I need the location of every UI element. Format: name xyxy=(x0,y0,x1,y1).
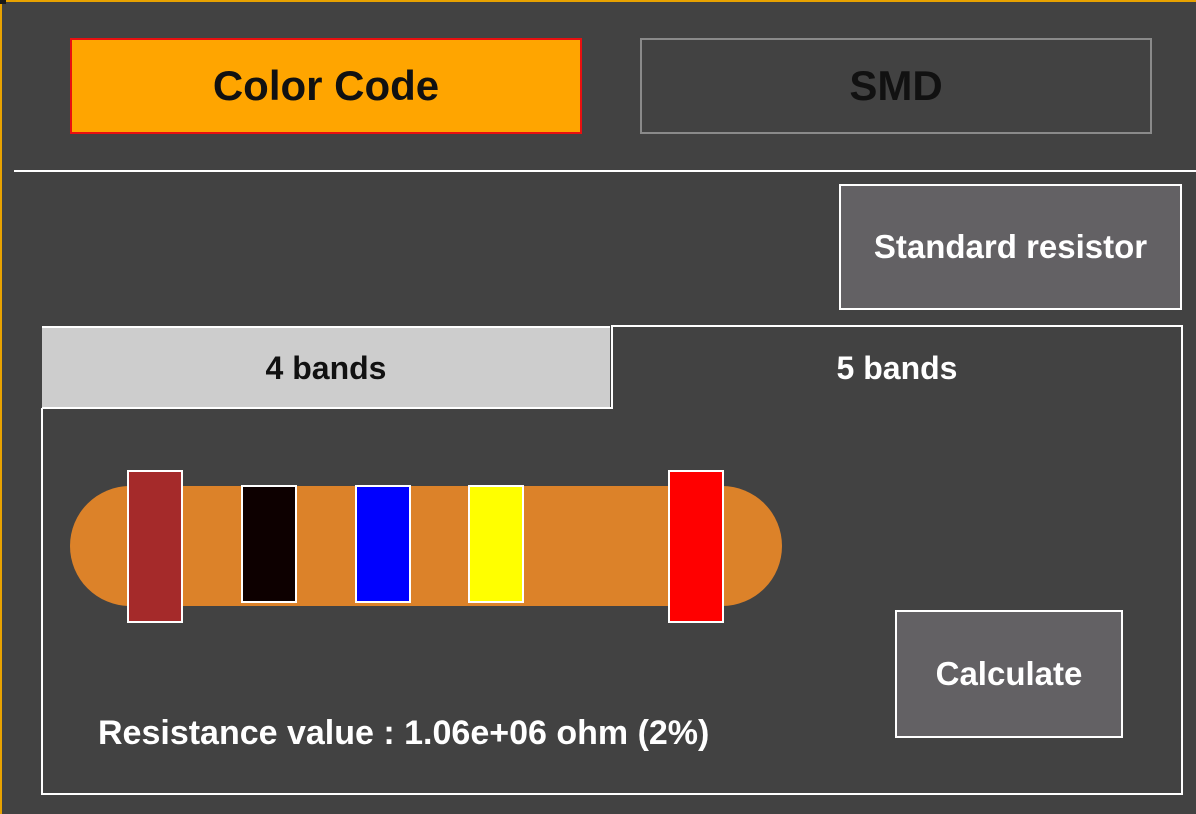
band-5-red[interactable] xyxy=(668,470,724,623)
resistance-result: Resistance value : 1.06e+06 ohm (2%) xyxy=(98,714,710,752)
calculate-button[interactable]: Calculate xyxy=(895,610,1123,738)
band-2-black[interactable] xyxy=(241,485,297,603)
band-3-blue[interactable] xyxy=(355,485,411,603)
band-4-yellow[interactable] xyxy=(468,485,524,603)
band-1-brown[interactable] xyxy=(127,470,183,623)
